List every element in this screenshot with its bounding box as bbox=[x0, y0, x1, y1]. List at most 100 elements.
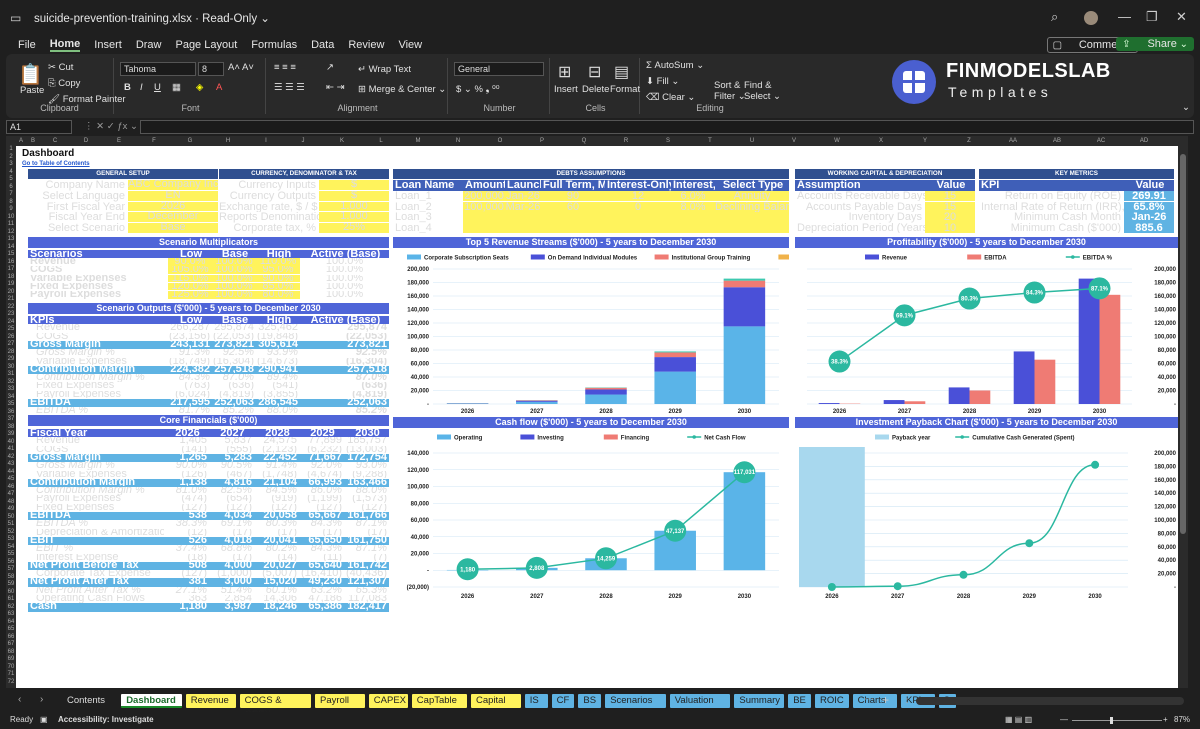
fill-button[interactable]: ⬇ Fill ⌄ bbox=[646, 76, 679, 87]
currency-icon[interactable]: $ ⌄ % ❟ ⁰⁰ bbox=[456, 84, 500, 95]
column-header[interactable]: G bbox=[172, 136, 208, 146]
tab-valuation[interactable]: Valuation bbox=[669, 694, 731, 708]
paste-icon[interactable]: 📋 bbox=[18, 62, 43, 87]
restore-icon[interactable]: ❐ bbox=[1146, 9, 1158, 25]
tab-cogs-opex[interactable]: COGS & OPEX bbox=[239, 694, 311, 720]
vertical-scrollbar[interactable] bbox=[1178, 146, 1188, 688]
row-value[interactable]: 1.000 bbox=[319, 212, 389, 223]
row-value[interactable]: 100.0% bbox=[300, 275, 389, 283]
tab-scenarios[interactable]: Scenarios bbox=[605, 694, 666, 708]
row-header[interactable]: 12 bbox=[6, 229, 16, 236]
row-value[interactable]: 105.0% bbox=[168, 266, 212, 274]
zoom-level[interactable]: 87% bbox=[1174, 715, 1190, 724]
tab-bs[interactable]: BS bbox=[578, 694, 602, 708]
zoom-out-icon[interactable]: — bbox=[1060, 715, 1068, 724]
row-value[interactable]: 6.0% bbox=[671, 190, 715, 201]
row-header[interactable]: 49 bbox=[6, 506, 16, 513]
column-header[interactable]: P bbox=[522, 136, 562, 146]
view-normal-icon[interactable]: ▦ ▤ ▥ bbox=[1005, 715, 1032, 724]
menu-file[interactable]: File bbox=[18, 39, 36, 51]
row-header[interactable]: 41 bbox=[6, 446, 16, 453]
row-header[interactable]: 71 bbox=[6, 671, 16, 678]
row-value[interactable]: 100.0% bbox=[212, 291, 256, 299]
row-value[interactable]: 100.0% bbox=[212, 266, 256, 274]
row-value[interactable]: 100.0% bbox=[212, 274, 256, 283]
row-value[interactable]: EN bbox=[128, 190, 218, 201]
row-header[interactable]: 69 bbox=[6, 656, 16, 663]
row-header[interactable]: 28 bbox=[6, 349, 16, 356]
font-family-select[interactable]: Tahoma bbox=[120, 62, 196, 76]
number-format-select[interactable]: General bbox=[454, 62, 544, 76]
tab-summary[interactable]: Summary bbox=[734, 694, 785, 708]
row-header[interactable]: 2 bbox=[6, 154, 16, 161]
row-header[interactable]: 36 bbox=[6, 409, 16, 416]
horizontal-scrollbar[interactable] bbox=[916, 697, 1184, 705]
align-top-icon[interactable]: ≡ ≡ ≡ bbox=[274, 62, 296, 73]
row-header[interactable]: 13 bbox=[6, 236, 16, 243]
row-header[interactable]: 1 bbox=[6, 146, 16, 153]
row-value[interactable] bbox=[605, 212, 671, 223]
paste-button[interactable]: Paste bbox=[20, 85, 44, 96]
insert-cells-icon[interactable]: ⊞ bbox=[558, 62, 571, 82]
row-header[interactable]: 4 bbox=[6, 169, 16, 176]
row-header[interactable]: 23 bbox=[6, 311, 16, 318]
row-header[interactable]: 42 bbox=[6, 454, 16, 461]
italic-icon[interactable]: I bbox=[140, 82, 143, 93]
tab-capex[interactable]: CAPEX bbox=[368, 694, 408, 708]
row-value[interactable]: 15 bbox=[925, 190, 975, 201]
row-header[interactable]: 57 bbox=[6, 566, 16, 573]
row-header[interactable]: 66 bbox=[6, 634, 16, 641]
row-header[interactable]: 32 bbox=[6, 379, 16, 386]
column-header[interactable]: AA bbox=[992, 136, 1034, 146]
font-color-icon[interactable]: A bbox=[216, 82, 222, 93]
row-header[interactable]: 7 bbox=[6, 191, 16, 198]
row-header[interactable]: 21 bbox=[6, 296, 16, 303]
row-value[interactable] bbox=[463, 212, 505, 223]
row-header[interactable]: 33 bbox=[6, 386, 16, 393]
row-value[interactable]: 90.0% bbox=[168, 258, 212, 266]
column-header[interactable]: R bbox=[606, 136, 646, 146]
row-value[interactable]: 12 bbox=[605, 190, 671, 201]
row-value[interactable]: 0 bbox=[605, 201, 671, 212]
close-icon[interactable]: ✕ bbox=[1176, 9, 1187, 25]
row-header[interactable]: 56 bbox=[6, 559, 16, 566]
row-header[interactable]: 44 bbox=[6, 469, 16, 476]
column-header[interactable]: I bbox=[248, 136, 284, 146]
column-header[interactable]: X bbox=[860, 136, 902, 146]
menu-formulas[interactable]: Formulas bbox=[251, 39, 297, 51]
row-value[interactable]: 100.0% bbox=[300, 258, 389, 266]
row-header[interactable]: 30 bbox=[6, 364, 16, 371]
row-value[interactable]: 85.0% bbox=[256, 282, 300, 291]
row-value[interactable]: 100.0% bbox=[212, 282, 256, 291]
row-header[interactable]: 34 bbox=[6, 394, 16, 401]
column-header[interactable]: J bbox=[286, 136, 320, 146]
row-header[interactable]: 15 bbox=[6, 251, 16, 258]
row-header[interactable]: 62 bbox=[6, 604, 16, 611]
grow-font-icon[interactable]: A˄ A˅ bbox=[228, 62, 254, 73]
row-header[interactable]: 55 bbox=[6, 551, 16, 558]
macro-icon[interactable]: ▣ bbox=[40, 715, 48, 724]
tab-scroll-right-icon[interactable]: › bbox=[40, 694, 43, 705]
menu-view[interactable]: View bbox=[398, 39, 422, 51]
row-value[interactable]: 80.0% bbox=[256, 291, 300, 299]
row-value[interactable]: 125.0% bbox=[168, 291, 212, 299]
copy-button[interactable]: ⎘ Copy bbox=[48, 78, 80, 89]
row-header[interactable]: 50 bbox=[6, 514, 16, 521]
column-header[interactable]: M bbox=[400, 136, 436, 146]
row-value[interactable] bbox=[605, 223, 671, 234]
row-header[interactable]: 26 bbox=[6, 334, 16, 341]
row-value[interactable]: Declining Balance bbox=[715, 201, 789, 212]
row-header[interactable]: 37 bbox=[6, 416, 16, 423]
row-value[interactable]: $ bbox=[319, 180, 389, 190]
tab-capital[interactable]: Capital bbox=[471, 694, 521, 708]
column-header[interactable]: D bbox=[70, 136, 102, 146]
row-header[interactable]: 40 bbox=[6, 439, 16, 446]
column-header[interactable]: U bbox=[732, 136, 772, 146]
column-header[interactable]: Y bbox=[904, 136, 946, 146]
tab-dashboard[interactable]: Dashboard bbox=[121, 694, 182, 708]
underline-icon[interactable]: U bbox=[154, 82, 161, 93]
accessibility-status[interactable]: Accessibility: Investigate bbox=[58, 715, 154, 724]
row-header[interactable]: 59 bbox=[6, 581, 16, 588]
menu-draw[interactable]: Draw bbox=[136, 39, 162, 51]
column-header[interactable]: O bbox=[480, 136, 520, 146]
